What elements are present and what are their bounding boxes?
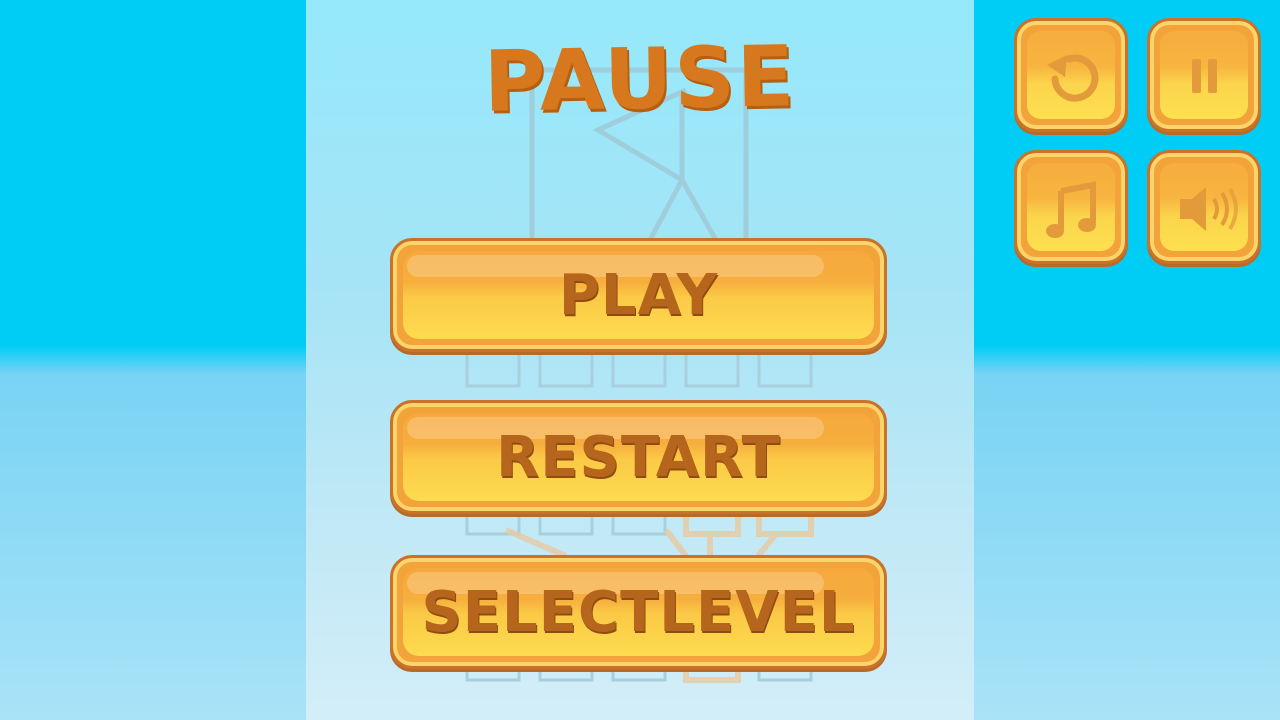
restart-button[interactable]: RESTART bbox=[390, 400, 887, 514]
play-button-label: PLAY bbox=[558, 262, 719, 328]
restart-button-label: RESTART bbox=[496, 424, 781, 490]
select-level-button-label: SELECTLEVEL bbox=[421, 579, 856, 645]
pause-title: PAUSE bbox=[482, 27, 798, 131]
pause-icon bbox=[1192, 59, 1217, 93]
speaker-icon bbox=[1180, 187, 1238, 231]
pause-panel: PAUSE PLAY RESTART SELECTLEVEL bbox=[306, 0, 974, 720]
restart-icon bbox=[1047, 54, 1099, 102]
music-icon bbox=[1046, 181, 1096, 238]
pause-icon-button[interactable] bbox=[1147, 18, 1261, 132]
play-button[interactable]: PLAY bbox=[390, 238, 887, 352]
select-level-button[interactable]: SELECTLEVEL bbox=[390, 555, 887, 669]
restart-icon-button[interactable] bbox=[1014, 18, 1128, 132]
sound-toggle-button[interactable] bbox=[1147, 150, 1261, 264]
music-toggle-button[interactable] bbox=[1014, 150, 1128, 264]
